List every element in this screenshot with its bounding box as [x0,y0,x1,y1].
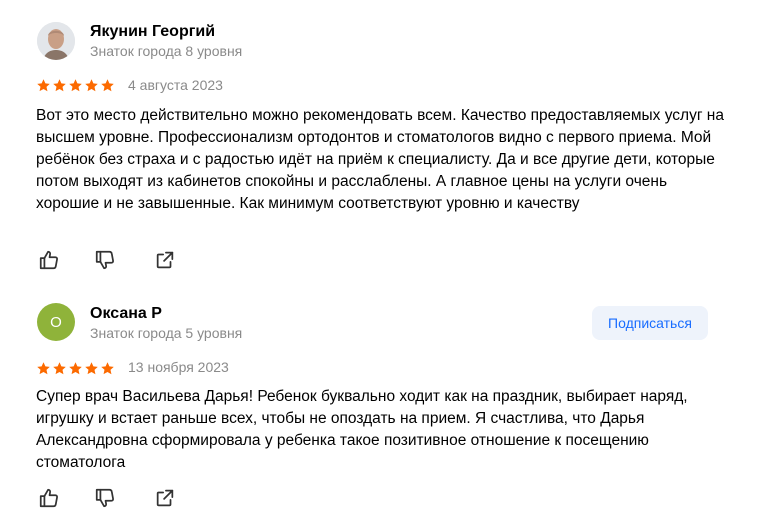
share-icon[interactable] [154,487,176,509]
avatar[interactable]: О [37,303,75,341]
review-actions [38,487,176,509]
avatar-letter: О [50,313,62,331]
star-icon [85,79,98,92]
thumbs-down-icon[interactable] [94,249,116,271]
star-icon [69,362,82,375]
star-icon [69,79,82,92]
rating-stars [36,78,115,93]
thumbs-up-icon[interactable] [38,487,60,509]
review-date: 4 августа 2023 [128,77,223,93]
rating-stars [36,361,115,376]
thumbs-down-icon[interactable] [94,487,116,509]
author-name[interactable]: Якунин Георгий [90,23,215,41]
star-icon [101,79,114,92]
star-icon [37,79,50,92]
star-icon [53,79,66,92]
review-text: Вот это место действительно можно рекоме… [36,107,724,212]
author-level: Знаток города 8 уровня [90,43,243,59]
review-actions [38,249,176,271]
star-icon [53,362,66,375]
thumbs-up-icon[interactable] [38,249,60,271]
review-date: 13 ноября 2023 [128,359,229,375]
author-level: Знаток города 5 уровня [90,325,243,341]
subscribe-button[interactable]: Подписаться [592,306,708,340]
star-icon [85,362,98,375]
review-text: Супер врач Васильева Дарья! Ребенок букв… [36,388,688,471]
author-name[interactable]: Оксана Р [90,305,162,323]
user-photo-icon [37,22,75,60]
avatar[interactable] [37,22,75,60]
share-icon[interactable] [154,249,176,271]
star-icon [37,362,50,375]
star-icon [101,362,114,375]
